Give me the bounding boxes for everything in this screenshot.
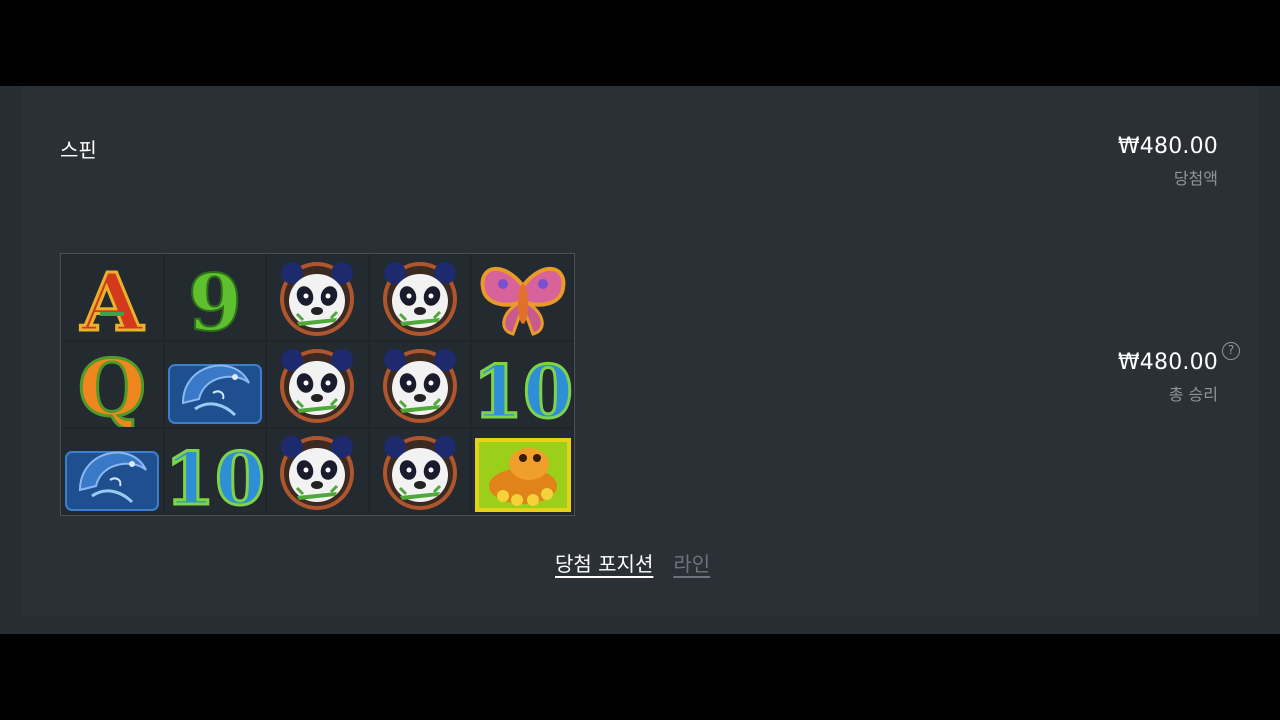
reel-cell: 9 bbox=[164, 255, 266, 340]
tab-winning-positions[interactable]: 당첨 포지션 bbox=[555, 548, 653, 577]
win-amount-label: 당첨액 bbox=[1173, 169, 1218, 188]
result-tabs: 당첨 포지션 라인 bbox=[555, 548, 710, 577]
reel-cell: A bbox=[62, 255, 163, 340]
reel-cell bbox=[472, 255, 573, 340]
help-icon[interactable]: ? bbox=[1222, 342, 1240, 360]
reel-cell bbox=[369, 429, 471, 514]
reel-cell bbox=[472, 429, 573, 514]
q-symbol-icon: Q bbox=[62, 343, 162, 427]
total-win-label: 총 승리 bbox=[1168, 385, 1218, 404]
tab-lines[interactable]: 라인 bbox=[673, 548, 710, 577]
reel-cell bbox=[267, 429, 368, 514]
reel-cell bbox=[267, 342, 368, 427]
svg-text:Q: Q bbox=[78, 343, 146, 427]
reel-cell: 10 bbox=[472, 342, 573, 427]
svg-text:10: 10 bbox=[165, 436, 265, 514]
svg-text:9: 9 bbox=[188, 258, 242, 340]
10-symbol-icon: 10 bbox=[473, 343, 573, 427]
panda-symbol-icon bbox=[267, 256, 367, 340]
reel-cell: 10 bbox=[164, 429, 266, 514]
panda-symbol-icon bbox=[370, 256, 470, 340]
win-amount: ₩480.00 bbox=[1117, 134, 1218, 159]
panda-symbol-icon bbox=[267, 430, 367, 514]
reel-cell bbox=[267, 255, 368, 340]
reel-cell bbox=[62, 429, 163, 514]
panda-symbol-icon bbox=[370, 430, 470, 514]
9-symbol-icon: 9 bbox=[165, 256, 265, 340]
reel-cell bbox=[369, 342, 471, 427]
panda-symbol-icon bbox=[267, 343, 367, 427]
win-amount-block: ₩480.00 당첨액 bbox=[1118, 134, 1218, 189]
10-symbol-icon: 10 bbox=[165, 430, 265, 514]
reel-cell bbox=[369, 255, 471, 340]
butterfly-symbol-icon bbox=[473, 256, 573, 340]
koi-fish-symbol-icon bbox=[62, 430, 162, 514]
page-title: 스핀 bbox=[60, 138, 97, 162]
help-icon-glyph: ? bbox=[1227, 343, 1235, 357]
result-container: 스핀 ₩480.00 당첨액 ₩480.00 총 승리 ? A 9 Q 10 1… bbox=[0, 86, 1280, 634]
total-win-block: ₩480.00 총 승리 bbox=[1118, 350, 1218, 405]
reel-cell bbox=[164, 342, 266, 427]
spin-result-panel: 스핀 ₩480.00 당첨액 ₩480.00 총 승리 ? A 9 Q 10 1… bbox=[21, 86, 1258, 617]
reel-cell: Q bbox=[62, 342, 163, 427]
panda-symbol-icon bbox=[370, 343, 470, 427]
reel-grid: A 9 Q 10 10 bbox=[60, 253, 575, 516]
svg-text:10: 10 bbox=[473, 349, 573, 427]
koi-fish-symbol-icon bbox=[165, 343, 265, 427]
total-win-amount: ₩480.00 bbox=[1117, 350, 1218, 375]
golden-toad-symbol-icon bbox=[473, 430, 573, 514]
svg-text:A: A bbox=[80, 256, 144, 340]
a-symbol-icon: A bbox=[62, 256, 162, 340]
